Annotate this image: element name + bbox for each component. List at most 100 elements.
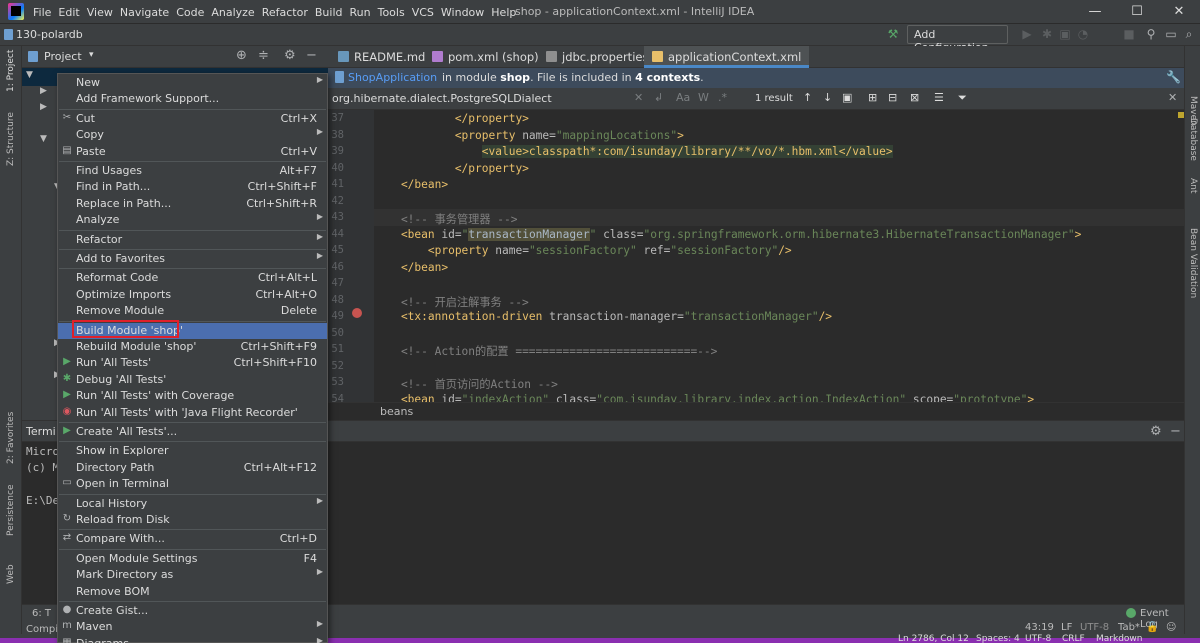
context-menu-item[interactable]: Directory Path Ctrl+Alt+F12 xyxy=(58,460,327,476)
context-menu-item[interactable]: ✱ Debug 'All Tests' xyxy=(58,372,327,388)
context-menu-item[interactable]: Open Module Settings F4 xyxy=(58,551,327,567)
file-encoding[interactable]: UTF-8 xyxy=(1080,622,1109,633)
expand-arrow-icon[interactable]: ▶ xyxy=(40,102,47,112)
words-toggle[interactable]: W xyxy=(698,91,709,104)
expand-arrow-icon[interactable]: ▶ xyxy=(40,86,47,96)
menu-build[interactable]: Build xyxy=(315,6,350,19)
project-breadcrumb[interactable]: 130-polardb xyxy=(16,28,83,41)
context-menu-item[interactable]: Reformat Code Ctrl+Alt+L xyxy=(58,270,327,286)
menu-analyze[interactable]: Analyze xyxy=(211,6,261,19)
context-menu-item[interactable]: Add Framework Support... xyxy=(58,91,327,107)
context-menu-item[interactable]: Find Usages Alt+F7 xyxy=(58,163,327,179)
minimize-button[interactable]: — xyxy=(1074,0,1116,24)
chevron-down-icon[interactable]: ▾ xyxy=(89,50,94,60)
menu-vcs[interactable]: VCS xyxy=(412,6,441,19)
previous-occurrence-icon[interactable]: ↑ xyxy=(803,91,812,104)
select-all-occurrences-icon[interactable]: ▣ xyxy=(842,91,852,104)
add-occurrence-icon[interactable]: ⊞ xyxy=(868,91,877,104)
close-find-icon[interactable]: ✕ xyxy=(1168,91,1177,104)
gear-icon[interactable]: ⚙ xyxy=(1150,424,1162,439)
context-menu-item[interactable]: Remove Module Delete xyxy=(58,303,327,319)
add-configuration-button[interactable]: Add Configuration... xyxy=(907,25,1008,54)
inspector-icon[interactable]: ☺ xyxy=(1166,622,1176,633)
context-menu-item[interactable]: New ▶ xyxy=(58,75,327,91)
database-tool-button[interactable]: Database xyxy=(1188,118,1198,161)
new-line-icon[interactable]: ↲ xyxy=(654,91,663,104)
menu-tools[interactable]: Tools xyxy=(378,6,412,19)
filter-icon[interactable]: ⏷ xyxy=(958,91,967,105)
web-tool-button[interactable]: Web xyxy=(6,564,16,584)
project-structure-icon[interactable]: ▭ xyxy=(1164,27,1178,41)
hide-panel-icon[interactable]: − xyxy=(306,48,317,63)
favorites-tool-button[interactable]: 2: Favorites xyxy=(6,412,16,464)
select-all-icon[interactable]: ⊠ xyxy=(910,91,919,104)
context-menu-item[interactable]: Refactor ▶ xyxy=(58,232,327,248)
persistence-tool-button[interactable]: Persistence xyxy=(6,485,16,536)
editor-tab[interactable]: jdbc.properties xyxy=(538,46,656,68)
menu-edit[interactable]: Edit xyxy=(58,6,86,19)
context-menu-item[interactable]: Local History ▶ xyxy=(58,496,327,512)
context-menu-item[interactable]: Find in Path... Ctrl+Shift+F xyxy=(58,179,327,195)
context-menu-item[interactable]: ⇄ Compare With... Ctrl+D xyxy=(58,531,327,547)
settings-list-icon[interactable]: ☰ xyxy=(934,91,944,104)
caret-position[interactable]: 43:19 xyxy=(1025,622,1054,633)
context-menu-item[interactable]: Remove BOM xyxy=(58,584,327,600)
coverage-icon[interactable]: ▣ xyxy=(1058,27,1072,41)
context-menu-item[interactable]: ↻ Reload from Disk xyxy=(58,512,327,528)
bean-validation-tool-button[interactable]: Bean Validation xyxy=(1188,228,1198,298)
expand-arrow-icon[interactable]: ▼ xyxy=(26,70,33,80)
context-menu-item[interactable]: ▤ Paste Ctrl+V xyxy=(58,144,327,160)
context-menu-item[interactable]: Mark Directory as ▶ xyxy=(58,567,327,583)
terminal-title[interactable]: Termi xyxy=(26,425,56,438)
search-icon[interactable]: ⌕ xyxy=(1182,27,1196,41)
editor-tab[interactable]: pom.xml (shop) xyxy=(424,46,547,68)
expand-arrow-icon[interactable]: ▼ xyxy=(40,134,47,144)
context-menu-item[interactable]: Show in Explorer xyxy=(58,443,327,459)
find-input[interactable]: org.hibernate.dialect.PostgreSQLDialect xyxy=(332,92,552,105)
menu-navigate[interactable]: Navigate xyxy=(120,6,176,19)
collapse-all-icon[interactable]: ≑ xyxy=(258,48,269,63)
context-menu-item[interactable]: Replace in Path... Ctrl+Shift+R xyxy=(58,196,327,212)
context-menu-item[interactable]: m Maven ▶ xyxy=(58,619,327,635)
run-icon[interactable]: ▶ xyxy=(1020,27,1034,41)
indent-setting[interactable]: Tab* xyxy=(1118,622,1140,633)
editor-tab[interactable]: applicationContext.xml xyxy=(644,46,810,68)
wrench-icon[interactable]: 🔧 xyxy=(1166,70,1181,84)
lock-icon[interactable]: 🔓 xyxy=(1146,622,1158,633)
locate-icon[interactable]: ⊕ xyxy=(236,48,247,63)
maximize-button[interactable]: ☐ xyxy=(1116,0,1158,24)
profile-icon[interactable]: ◔ xyxy=(1076,27,1090,41)
next-occurrence-icon[interactable]: ↓ xyxy=(823,91,832,104)
match-case-toggle[interactable]: Aa xyxy=(676,91,690,104)
context-menu-item[interactable]: Rebuild Module 'shop' Ctrl+Shift+F9 xyxy=(58,339,327,355)
context-menu-item[interactable]: ● Create Gist... xyxy=(58,603,327,619)
breadcrumb-beans[interactable]: beans xyxy=(380,405,413,418)
menu-window[interactable]: Window xyxy=(441,6,491,19)
close-button[interactable]: ✕ xyxy=(1158,0,1200,24)
clear-search-icon[interactable]: ✕ xyxy=(634,91,643,104)
menu-file[interactable]: File xyxy=(33,6,58,19)
line-separator[interactable]: LF xyxy=(1061,622,1072,633)
context-menu-item[interactable]: Optimize Imports Ctrl+Alt+O xyxy=(58,287,327,303)
context-menu-item[interactable]: ▶ Run 'All Tests' Ctrl+Shift+F10 xyxy=(58,355,327,371)
hide-panel-icon[interactable]: − xyxy=(1170,424,1181,439)
project-tool-button[interactable]: 1: Project xyxy=(6,50,16,92)
context-menu-item[interactable]: ▦ Diagrams ▶ xyxy=(58,636,327,643)
debug-icon[interactable]: ✱ xyxy=(1040,27,1054,41)
code-editor[interactable]: </property> <property name="mappingLocat… xyxy=(374,110,1184,402)
search-everywhere-icon[interactable]: ⚲ xyxy=(1144,27,1158,41)
remove-occurrence-icon[interactable]: ⊟ xyxy=(888,91,897,104)
editor-tab[interactable]: README.md xyxy=(330,46,433,68)
ant-tool-button[interactable]: Ant xyxy=(1188,178,1198,193)
structure-tool-button[interactable]: Z: Structure xyxy=(6,112,16,166)
context-menu-item[interactable]: Copy ▶ xyxy=(58,127,327,143)
regex-toggle[interactable]: .* xyxy=(718,91,727,104)
spring-application-link[interactable]: ShopApplication xyxy=(348,71,437,84)
gear-icon[interactable]: ⚙ xyxy=(284,48,296,63)
context-menu-item[interactable]: Analyze ▶ xyxy=(58,212,327,228)
menu-run[interactable]: Run xyxy=(350,6,378,19)
stop-icon[interactable]: ■ xyxy=(1122,27,1136,41)
context-menu-item[interactable]: ▶ Run 'All Tests' with Coverage xyxy=(58,388,327,404)
menu-code[interactable]: Code xyxy=(176,6,211,19)
context-menu-item[interactable]: ▭ Open in Terminal xyxy=(58,476,327,492)
